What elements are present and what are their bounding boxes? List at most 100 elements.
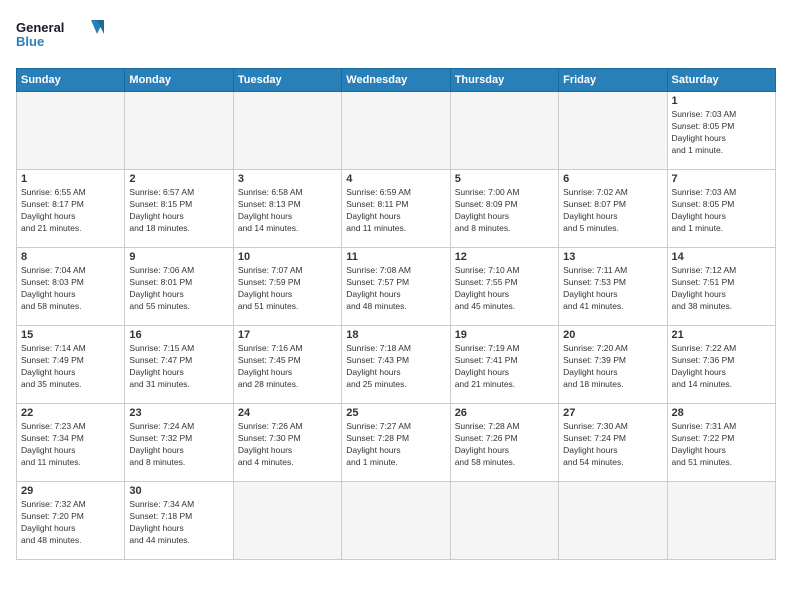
- calendar-day: 16 Sunrise: 7:15 AM Sunset: 7:47 PM Dayl…: [125, 326, 233, 404]
- calendar-day: 9 Sunrise: 7:06 AM Sunset: 8:01 PM Dayli…: [125, 248, 233, 326]
- day-number: 4: [346, 173, 445, 185]
- calendar-day: 25 Sunrise: 7:27 AM Sunset: 7:28 PM Dayl…: [342, 404, 450, 482]
- calendar-day: 30 Sunrise: 7:34 AM Sunset: 7:18 PM Dayl…: [125, 482, 233, 560]
- calendar-day: [125, 92, 233, 170]
- calendar-week-row: 22 Sunrise: 7:23 AM Sunset: 7:34 PM Dayl…: [17, 404, 776, 482]
- day-info: Sunrise: 7:03 AM Sunset: 8:05 PM Dayligh…: [672, 187, 771, 235]
- calendar-day: 7 Sunrise: 7:03 AM Sunset: 8:05 PM Dayli…: [667, 170, 775, 248]
- calendar-day: 20 Sunrise: 7:20 AM Sunset: 7:39 PM Dayl…: [559, 326, 667, 404]
- calendar-day: 26 Sunrise: 7:28 AM Sunset: 7:26 PM Dayl…: [450, 404, 558, 482]
- day-number: 13: [563, 251, 662, 263]
- day-info: Sunrise: 7:04 AM Sunset: 8:03 PM Dayligh…: [21, 265, 120, 313]
- header-monday: Monday: [125, 69, 233, 92]
- calendar-day: 3 Sunrise: 6:58 AM Sunset: 8:13 PM Dayli…: [233, 170, 341, 248]
- day-info: Sunrise: 7:32 AM Sunset: 7:20 PM Dayligh…: [21, 499, 120, 547]
- calendar-day: 6 Sunrise: 7:02 AM Sunset: 8:07 PM Dayli…: [559, 170, 667, 248]
- header-sunday: Sunday: [17, 69, 125, 92]
- day-number: 24: [238, 407, 337, 419]
- day-info: Sunrise: 7:30 AM Sunset: 7:24 PM Dayligh…: [563, 421, 662, 469]
- day-info: Sunrise: 7:16 AM Sunset: 7:45 PM Dayligh…: [238, 343, 337, 391]
- calendar-day: [667, 482, 775, 560]
- day-info: Sunrise: 7:22 AM Sunset: 7:36 PM Dayligh…: [672, 343, 771, 391]
- calendar-day: 22 Sunrise: 7:23 AM Sunset: 7:34 PM Dayl…: [17, 404, 125, 482]
- calendar-day: 1 Sunrise: 6:55 AM Sunset: 8:17 PM Dayli…: [17, 170, 125, 248]
- calendar-header-row: Sunday Monday Tuesday Wednesday Thursday…: [17, 69, 776, 92]
- day-info: Sunrise: 7:23 AM Sunset: 7:34 PM Dayligh…: [21, 421, 120, 469]
- page: General Blue Sunday Monday Tuesday Wedne…: [0, 0, 792, 612]
- day-info: Sunrise: 7:27 AM Sunset: 7:28 PM Dayligh…: [346, 421, 445, 469]
- day-number: 1: [672, 95, 771, 107]
- day-info: Sunrise: 6:57 AM Sunset: 8:15 PM Dayligh…: [129, 187, 228, 235]
- day-number: 22: [21, 407, 120, 419]
- day-info: Sunrise: 6:58 AM Sunset: 8:13 PM Dayligh…: [238, 187, 337, 235]
- calendar-day: [450, 482, 558, 560]
- day-info: Sunrise: 7:31 AM Sunset: 7:22 PM Dayligh…: [672, 421, 771, 469]
- day-number: 5: [455, 173, 554, 185]
- calendar-day: 23 Sunrise: 7:24 AM Sunset: 7:32 PM Dayl…: [125, 404, 233, 482]
- day-info: Sunrise: 7:18 AM Sunset: 7:43 PM Dayligh…: [346, 343, 445, 391]
- day-info: Sunrise: 7:24 AM Sunset: 7:32 PM Dayligh…: [129, 421, 228, 469]
- logo-svg: General Blue: [16, 16, 106, 58]
- day-number: 27: [563, 407, 662, 419]
- day-info: Sunrise: 7:08 AM Sunset: 7:57 PM Dayligh…: [346, 265, 445, 313]
- calendar-day: 10 Sunrise: 7:07 AM Sunset: 7:59 PM Dayl…: [233, 248, 341, 326]
- day-number: 2: [129, 173, 228, 185]
- day-number: 25: [346, 407, 445, 419]
- calendar-day: [233, 92, 341, 170]
- day-number: 30: [129, 485, 228, 497]
- day-info: Sunrise: 7:12 AM Sunset: 7:51 PM Dayligh…: [672, 265, 771, 313]
- day-info: Sunrise: 7:11 AM Sunset: 7:53 PM Dayligh…: [563, 265, 662, 313]
- day-number: 12: [455, 251, 554, 263]
- header-tuesday: Tuesday: [233, 69, 341, 92]
- calendar-day: 13 Sunrise: 7:11 AM Sunset: 7:53 PM Dayl…: [559, 248, 667, 326]
- calendar-day: [342, 92, 450, 170]
- day-number: 7: [672, 173, 771, 185]
- calendar-day: 21 Sunrise: 7:22 AM Sunset: 7:36 PM Dayl…: [667, 326, 775, 404]
- calendar-day: 5 Sunrise: 7:00 AM Sunset: 8:09 PM Dayli…: [450, 170, 558, 248]
- day-number: 29: [21, 485, 120, 497]
- day-number: 19: [455, 329, 554, 341]
- header: General Blue: [16, 16, 776, 58]
- calendar-week-row: 1 Sunrise: 6:55 AM Sunset: 8:17 PM Dayli…: [17, 170, 776, 248]
- calendar-day: 29 Sunrise: 7:32 AM Sunset: 7:20 PM Dayl…: [17, 482, 125, 560]
- header-friday: Friday: [559, 69, 667, 92]
- day-info: Sunrise: 7:06 AM Sunset: 8:01 PM Dayligh…: [129, 265, 228, 313]
- day-info: Sunrise: 7:14 AM Sunset: 7:49 PM Dayligh…: [21, 343, 120, 391]
- calendar-day: 24 Sunrise: 7:26 AM Sunset: 7:30 PM Dayl…: [233, 404, 341, 482]
- day-info: Sunrise: 7:19 AM Sunset: 7:41 PM Dayligh…: [455, 343, 554, 391]
- day-info: Sunrise: 7:20 AM Sunset: 7:39 PM Dayligh…: [563, 343, 662, 391]
- day-number: 8: [21, 251, 120, 263]
- calendar-week-row: 15 Sunrise: 7:14 AM Sunset: 7:49 PM Dayl…: [17, 326, 776, 404]
- calendar-day: [342, 482, 450, 560]
- header-saturday: Saturday: [667, 69, 775, 92]
- calendar-week-row: 8 Sunrise: 7:04 AM Sunset: 8:03 PM Dayli…: [17, 248, 776, 326]
- day-number: 26: [455, 407, 554, 419]
- day-number: 28: [672, 407, 771, 419]
- calendar-day: [559, 92, 667, 170]
- svg-text:Blue: Blue: [16, 34, 44, 49]
- day-info: Sunrise: 7:02 AM Sunset: 8:07 PM Dayligh…: [563, 187, 662, 235]
- day-number: 6: [563, 173, 662, 185]
- day-number: 15: [21, 329, 120, 341]
- day-info: Sunrise: 7:03 AM Sunset: 8:05 PM Dayligh…: [672, 109, 771, 157]
- day-number: 18: [346, 329, 445, 341]
- day-number: 16: [129, 329, 228, 341]
- day-number: 10: [238, 251, 337, 263]
- calendar-day: 17 Sunrise: 7:16 AM Sunset: 7:45 PM Dayl…: [233, 326, 341, 404]
- calendar-week-row: 1 Sunrise: 7:03 AM Sunset: 8:05 PM Dayli…: [17, 92, 776, 170]
- day-info: Sunrise: 6:55 AM Sunset: 8:17 PM Dayligh…: [21, 187, 120, 235]
- calendar-day: 28 Sunrise: 7:31 AM Sunset: 7:22 PM Dayl…: [667, 404, 775, 482]
- day-number: 9: [129, 251, 228, 263]
- header-thursday: Thursday: [450, 69, 558, 92]
- calendar-week-row: 29 Sunrise: 7:32 AM Sunset: 7:20 PM Dayl…: [17, 482, 776, 560]
- day-number: 21: [672, 329, 771, 341]
- day-number: 3: [238, 173, 337, 185]
- day-info: Sunrise: 7:07 AM Sunset: 7:59 PM Dayligh…: [238, 265, 337, 313]
- calendar-day: [233, 482, 341, 560]
- calendar-day: 14 Sunrise: 7:12 AM Sunset: 7:51 PM Dayl…: [667, 248, 775, 326]
- calendar-table: Sunday Monday Tuesday Wednesday Thursday…: [16, 68, 776, 560]
- calendar-day: 8 Sunrise: 7:04 AM Sunset: 8:03 PM Dayli…: [17, 248, 125, 326]
- calendar-day: 12 Sunrise: 7:10 AM Sunset: 7:55 PM Dayl…: [450, 248, 558, 326]
- calendar-day: 2 Sunrise: 6:57 AM Sunset: 8:15 PM Dayli…: [125, 170, 233, 248]
- day-info: Sunrise: 7:10 AM Sunset: 7:55 PM Dayligh…: [455, 265, 554, 313]
